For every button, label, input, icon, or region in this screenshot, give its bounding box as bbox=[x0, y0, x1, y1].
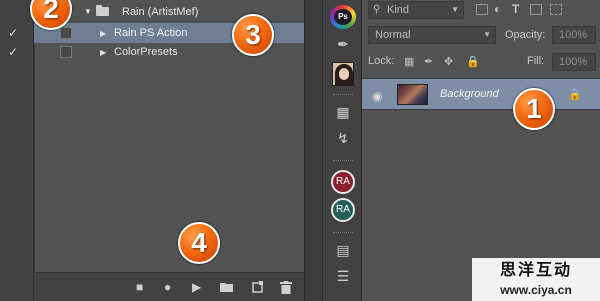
record-icon[interactable]: ● bbox=[164, 281, 171, 293]
chevron-down-icon: ▼ bbox=[483, 30, 491, 39]
layer-lock-icon: 🔒 bbox=[568, 89, 582, 101]
watermark-url: www.ciya.cn bbox=[500, 283, 572, 297]
avatar-face bbox=[339, 68, 349, 80]
delete-icon[interactable] bbox=[280, 281, 292, 296]
fill-value: 100% bbox=[559, 56, 588, 68]
step-callout-4: 4 bbox=[178, 222, 220, 264]
lock-position-icon[interactable]: ✥ bbox=[444, 55, 453, 68]
dock-grip[interactable] bbox=[333, 94, 353, 96]
photoshop-app-label: Ps bbox=[334, 9, 352, 25]
actions-panel: ▼ Rain (ArtistMef) ✓ ▶ Rain PS Action ✓ … bbox=[0, 0, 322, 301]
filter-kind-value: Kind bbox=[387, 4, 410, 16]
check-icon[interactable]: ✓ bbox=[8, 45, 18, 59]
layer-row-background[interactable]: ◉ Background 🔒 bbox=[362, 78, 600, 110]
stop-icon[interactable]: ■ bbox=[136, 281, 143, 293]
filter-kind-select[interactable]: ⚲ Kind ▼ bbox=[368, 1, 464, 19]
dock-grip[interactable] bbox=[333, 160, 353, 162]
ra-badge-red[interactable]: RA bbox=[331, 170, 355, 194]
opacity-label: Opacity: bbox=[505, 29, 546, 41]
lock-label: Lock: bbox=[368, 55, 395, 67]
watermark: 思洋互动 www.ciya.cn bbox=[472, 258, 600, 301]
check-icon[interactable]: ✓ bbox=[8, 26, 18, 40]
blend-mode-select[interactable]: Normal ▼ bbox=[368, 26, 496, 44]
dock-grip[interactable] bbox=[333, 232, 353, 234]
step-callout-1: 1 bbox=[513, 88, 555, 130]
action-label: Rain PS Action bbox=[114, 27, 188, 39]
step-callout-3: 3 bbox=[232, 14, 274, 56]
smart-object-filter-icon[interactable] bbox=[550, 4, 562, 15]
layers-panel: ⚲ Kind ▼ ◐ T Normal ▼ Opacity: 100% Lock… bbox=[362, 0, 600, 301]
panels-icon[interactable]: ▤ bbox=[333, 240, 353, 260]
action-label: ColorPresets bbox=[114, 46, 178, 58]
lock-row: Lock: ▦ ✒ ✥ 🔒 Fill: 100% bbox=[362, 50, 600, 75]
expand-triangle-icon[interactable]: ▶ bbox=[100, 29, 106, 38]
fill-field[interactable]: 100% bbox=[552, 53, 596, 71]
avatar[interactable] bbox=[332, 62, 354, 86]
folder-icon bbox=[96, 5, 109, 16]
blend-mode-value: Normal bbox=[375, 29, 411, 41]
ra-badge-teal[interactable]: RA bbox=[331, 198, 355, 222]
shape-filter-icon[interactable] bbox=[530, 4, 542, 15]
adjustment-icon[interactable]: ↯ bbox=[333, 128, 353, 148]
action-set-label: Rain (ArtistMef) bbox=[122, 5, 199, 18]
blend-row: Normal ▼ Opacity: 100% bbox=[362, 25, 600, 50]
layer-name[interactable]: Background bbox=[440, 88, 499, 100]
fill-label: Fill: bbox=[527, 55, 545, 67]
type-filter-icon[interactable]: T bbox=[512, 2, 519, 16]
lock-pixels-icon[interactable]: ✒ bbox=[424, 55, 433, 68]
adjustment-filter-icon[interactable]: ◐ bbox=[494, 2, 501, 16]
brush-icon[interactable]: ✒ bbox=[333, 34, 353, 54]
visibility-eye-icon[interactable]: ◉ bbox=[372, 89, 382, 103]
grid-icon[interactable]: ▦ bbox=[333, 102, 353, 122]
layer-filter-row: ⚲ Kind ▼ ◐ T bbox=[362, 0, 600, 25]
watermark-text: 思洋互动 bbox=[499, 262, 572, 279]
play-icon[interactable]: ▶ bbox=[192, 281, 201, 293]
chevron-down-icon: ▼ bbox=[451, 5, 459, 14]
opacity-value: 100% bbox=[559, 29, 588, 41]
actions-scrollbar[interactable] bbox=[304, 0, 322, 301]
actions-toolbar: ■ ● ▶ bbox=[34, 272, 304, 301]
lock-all-icon[interactable]: 🔒 bbox=[466, 55, 480, 68]
panel-dock-strip: Ps ✒ ▦ ↯ RA RA ▤ ☰ bbox=[322, 0, 362, 301]
layers-icon[interactable]: ☰ bbox=[333, 266, 353, 286]
expand-triangle-icon[interactable]: ▼ bbox=[84, 7, 92, 16]
new-action-icon[interactable] bbox=[252, 281, 264, 295]
opacity-field[interactable]: 100% bbox=[552, 26, 596, 44]
dialog-toggle-checkbox[interactable] bbox=[60, 27, 72, 39]
dialog-toggle-checkbox[interactable] bbox=[60, 46, 72, 58]
layer-thumbnail bbox=[397, 84, 428, 105]
new-set-icon[interactable] bbox=[220, 281, 233, 294]
lock-transparent-icon[interactable]: ▦ bbox=[404, 55, 414, 68]
expand-triangle-icon[interactable]: ▶ bbox=[100, 48, 106, 57]
pixel-filter-icon[interactable] bbox=[476, 4, 488, 15]
search-icon: ⚲ bbox=[373, 4, 381, 15]
